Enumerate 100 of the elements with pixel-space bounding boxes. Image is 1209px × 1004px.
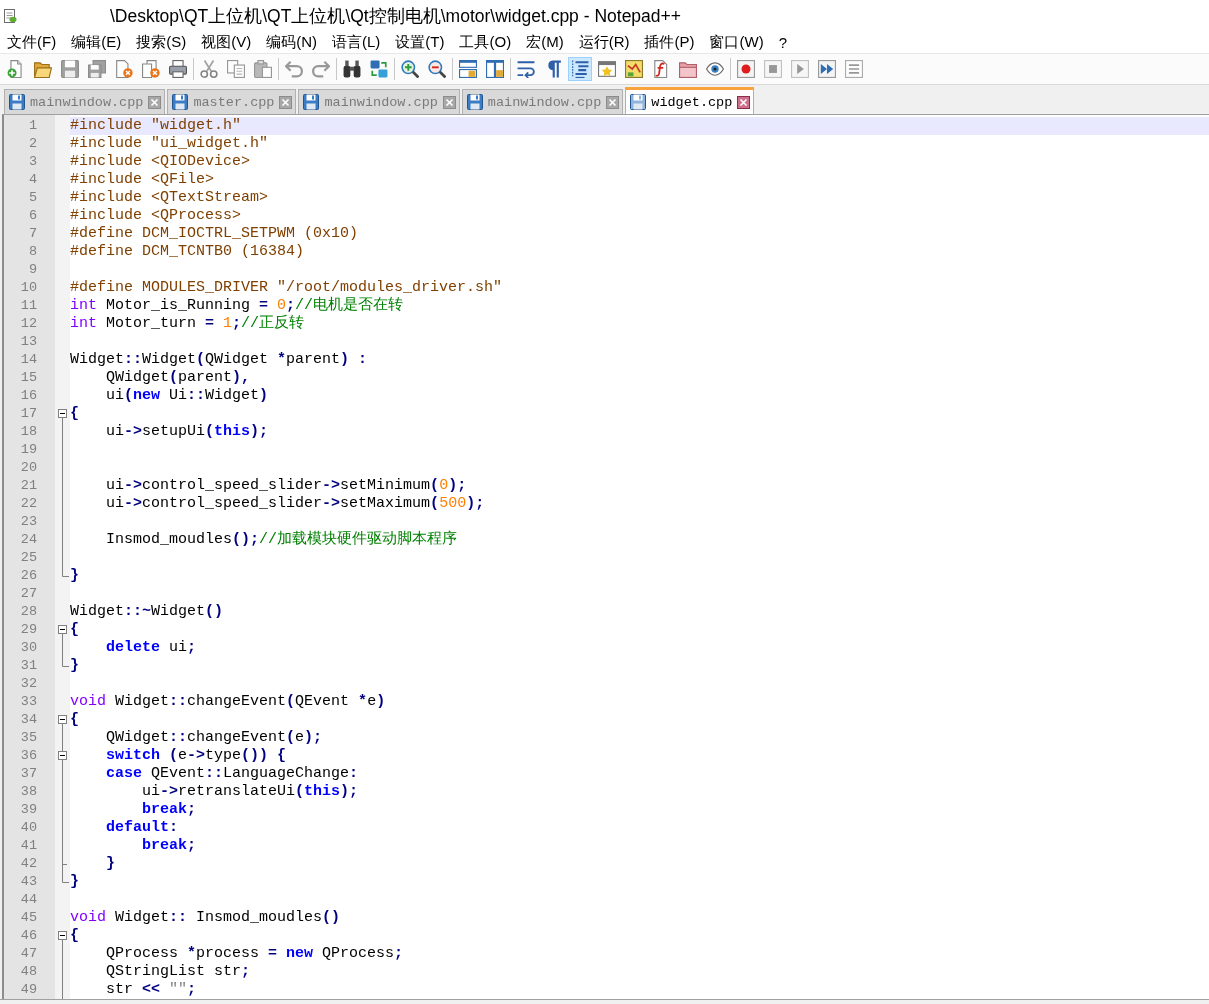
code-line: void Widget:: Insmod_moudles() xyxy=(70,909,341,926)
function-page-icon xyxy=(652,60,670,78)
record-icon xyxy=(737,60,755,78)
code-line: { xyxy=(70,927,79,944)
line-number: 17 xyxy=(20,405,37,423)
code-line: case QEvent::LanguageChange: xyxy=(106,765,359,782)
document-map-button[interactable] xyxy=(622,57,646,81)
zoom-out-icon xyxy=(428,60,446,78)
line-number: 33 xyxy=(20,693,37,711)
binoculars-icon xyxy=(343,60,361,78)
undo-icon xyxy=(285,60,303,78)
clipboard-icon xyxy=(254,60,272,78)
page-close-icon xyxy=(115,60,133,78)
line-number: 31 xyxy=(20,657,37,675)
line-number: 19 xyxy=(20,441,37,459)
menu-item[interactable]: 语言(L) xyxy=(325,31,388,53)
sync-vertical-scroll-button[interactable] xyxy=(456,57,480,81)
line-number: 37 xyxy=(20,765,37,783)
map-icon xyxy=(625,60,643,78)
zoom-in-button[interactable] xyxy=(398,57,422,81)
side-windows-icon xyxy=(486,60,504,78)
code-line: #define MODULES_DRIVER "/root/modules_driver.sh" xyxy=(70,279,503,296)
menu-item[interactable]: 文件(F) xyxy=(0,31,64,53)
code-line: int Motor_is_Running = 0;//电机是否在转 xyxy=(70,297,404,314)
menu-item[interactable]: 设置(T) xyxy=(388,31,452,53)
code-line: } xyxy=(70,873,79,890)
record-macro-button[interactable] xyxy=(734,57,758,81)
floppy-icon xyxy=(172,94,189,110)
line-number: 46 xyxy=(20,927,37,945)
code-line: #include <QTextStream> xyxy=(70,189,269,206)
code-line: int Motor_turn = 1;//正反转 xyxy=(70,315,305,332)
menu-item[interactable]: 插件(P) xyxy=(637,31,702,53)
collapse-icon[interactable] xyxy=(58,747,67,765)
folder-icon xyxy=(679,60,697,78)
line-number: 27 xyxy=(20,585,37,603)
window-title: \Desktop\QT上位机\QT上位机\Qt控制电机\motor\widget.cpp - Notepad++ xyxy=(110,4,681,28)
stacked-windows-icon xyxy=(459,60,477,78)
code-line: ui->control_speed_slider->setMinimum(0); xyxy=(106,477,467,494)
scissors-icon xyxy=(200,60,218,78)
line-number: 23 xyxy=(20,513,37,531)
code-line: QProcess *process = new QProcess; xyxy=(106,945,404,962)
run-macro-multiple-button[interactable] xyxy=(815,57,839,81)
folder-icon xyxy=(34,60,52,78)
zoom-out-button[interactable] xyxy=(425,57,449,81)
file-tab[interactable]: widget.cpp xyxy=(625,87,755,114)
replace-icon xyxy=(370,60,388,78)
code-line: break; xyxy=(142,801,197,818)
menu-item[interactable]: 宏(M) xyxy=(519,31,571,53)
line-number: 21 xyxy=(20,477,37,495)
print-button[interactable] xyxy=(166,57,190,81)
line-number: 1 xyxy=(28,117,37,135)
code-line: QStringList str; xyxy=(106,963,251,980)
wrap-icon xyxy=(517,60,535,78)
zoom-in-icon xyxy=(401,60,419,78)
line-number: 49 xyxy=(20,981,37,999)
line-number: 38 xyxy=(20,783,37,801)
line-number: 45 xyxy=(20,909,37,927)
line-number: 39 xyxy=(20,801,37,819)
code-line: QWidget(parent), xyxy=(106,369,251,386)
line-number: 22 xyxy=(20,495,37,513)
sync-horizontal-scroll-button[interactable] xyxy=(483,57,507,81)
line-number: 18 xyxy=(20,423,37,441)
code-line: { xyxy=(70,711,79,728)
line-number: 16 xyxy=(20,387,37,405)
eye-icon xyxy=(706,60,724,78)
floppy-icon xyxy=(466,94,483,110)
line-number: 35 xyxy=(20,729,37,747)
code-line: ui(new Ui::Widget) xyxy=(106,387,269,404)
code-line: #include <QFile> xyxy=(70,171,215,188)
printer-icon xyxy=(169,60,187,78)
code-line: break; xyxy=(142,837,197,854)
line-number: 32 xyxy=(20,675,37,693)
menu-item[interactable]: 运行(R) xyxy=(571,31,637,53)
code-line: QWidget::changeEvent(e); xyxy=(106,729,323,746)
menu-item[interactable]: 搜索(S) xyxy=(129,31,194,53)
code-line: { xyxy=(70,621,79,638)
menu-item[interactable]: ? xyxy=(771,32,794,52)
indent-guide-button[interactable] xyxy=(568,57,592,81)
code-line: } xyxy=(70,657,79,674)
close-tab-icon[interactable] xyxy=(737,95,751,109)
menu-item[interactable]: 工具(O) xyxy=(452,31,519,53)
code-line: default: xyxy=(106,819,179,836)
line-number: 14 xyxy=(20,351,37,369)
line-number: 13 xyxy=(20,333,37,351)
floppy-icon xyxy=(9,94,25,110)
menu-item[interactable]: 窗口(W) xyxy=(702,31,771,53)
line-number: 30 xyxy=(20,639,37,657)
notepad-icon xyxy=(3,8,17,23)
line-number: 4 xyxy=(28,171,37,189)
copy-icon xyxy=(227,60,245,78)
line-number: 47 xyxy=(20,945,37,963)
list-icon xyxy=(845,60,863,78)
line-number: 9 xyxy=(28,261,37,279)
save-icon xyxy=(61,60,79,78)
line-number: 25 xyxy=(20,549,37,567)
menu-item[interactable]: 编辑(E) xyxy=(64,31,129,53)
menu-item[interactable]: 编码(N) xyxy=(259,31,324,53)
menu-item[interactable]: 视图(V) xyxy=(194,31,259,53)
floppies-icon xyxy=(88,60,106,78)
close-all-button[interactable] xyxy=(139,57,163,81)
